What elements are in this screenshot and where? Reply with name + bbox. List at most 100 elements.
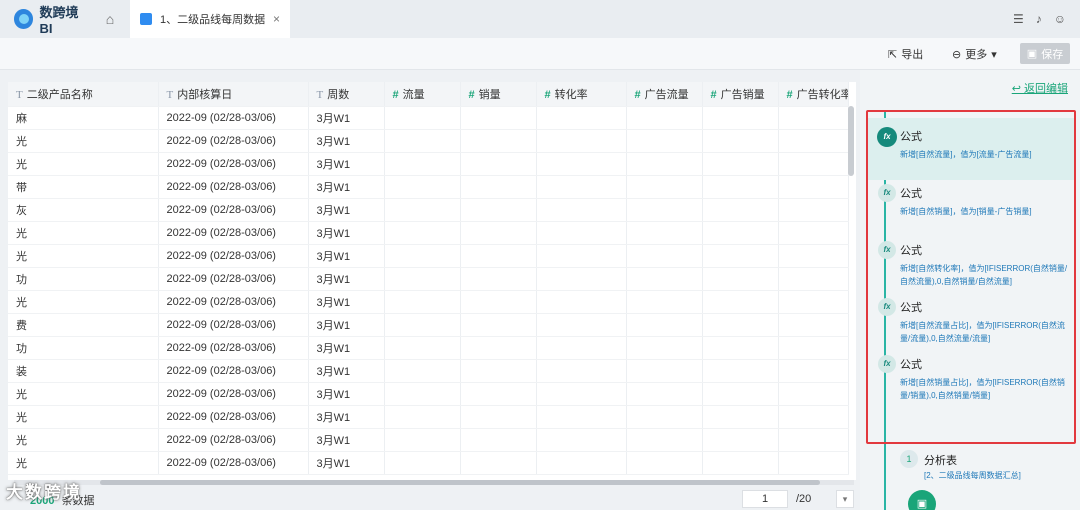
fx-icon: fx [878,298,896,316]
column-header[interactable]: # 广告销量 [702,82,779,107]
cell-blurred [384,405,461,429]
column-header[interactable]: # 转化率 [536,82,627,107]
table-row[interactable]: 光 2022-09 (02/28-03/06) 3月W1 [8,221,849,245]
column-label: 转化率 [554,88,588,101]
page-input[interactable]: 1 [742,490,788,508]
cell-name: 光 [8,244,159,268]
cell-blurred [778,428,849,452]
cell-blurred [626,267,703,291]
column-header[interactable]: # 广告转化率 [778,82,849,107]
cell-blurred [702,175,779,199]
step-title: 公式 [900,359,922,371]
cell-blurred [626,359,703,383]
page-dropdown-icon[interactable]: ▾ [836,490,854,508]
save-fab-icon[interactable]: ▣ [908,490,936,510]
cell-name: 灰 [8,198,159,222]
table-row[interactable]: 功 2022-09 (02/28-03/06) 3月W1 [8,267,849,291]
cell-blurred [460,451,537,475]
table-row[interactable]: 装 2022-09 (02/28-03/06) 3月W1 [8,359,849,383]
cell-date: 2022-09 (02/28-03/06) [158,451,309,475]
cell-blurred [536,359,627,383]
column-header[interactable]: T 内部核算日 [158,82,309,107]
cell-blurred [778,290,849,314]
formula-step[interactable]: fx 公式 新增[自然流量占比]，值为[IFISERROR(自然流量/流量),0,自… [868,289,1074,351]
formula-step[interactable]: fx 公式 新增[自然流量]，值为[流量-广告流量] [868,118,1074,180]
column-header[interactable]: # 销量 [460,82,537,107]
table-row[interactable]: 灰 2022-09 (02/28-03/06) 3月W1 [8,198,849,222]
vertical-scrollbar[interactable] [848,106,854,176]
cell-blurred [384,175,461,199]
list-icon[interactable]: ☰ [1013,12,1024,26]
cell-date: 2022-09 (02/28-03/06) [158,175,309,199]
table-row[interactable]: 费 2022-09 (02/28-03/06) 3月W1 [8,313,849,337]
table-row[interactable]: 光 2022-09 (02/28-03/06) 3月W1 [8,129,849,153]
cell-blurred [536,198,627,222]
table-row[interactable]: 光 2022-09 (02/28-03/06) 3月W1 [8,244,849,268]
column-header[interactable]: # 流量 [384,82,461,107]
steps-panel: ↩ 返回编辑 fx 公式 新增[自然流量]，值为[流量-广告流量] fx 公式 新增[自然… [860,70,1080,510]
back-to-edit-link[interactable]: ↩ 返回编辑 [1012,80,1068,96]
table-row[interactable]: 光 2022-09 (02/28-03/06) 3月W1 [8,152,849,176]
table-row[interactable]: 光 2022-09 (02/28-03/06) 3月W1 [8,290,849,314]
cell-name: 光 [8,290,159,314]
close-icon[interactable]: × [273,12,280,26]
number-type-icon: # [544,88,551,101]
page-total: /20 [796,493,812,505]
column-header[interactable]: T 二级产品名称 [8,82,159,107]
cell-blurred [460,382,537,406]
tab-label: 1、二级品线每周数据 [160,14,266,26]
formula-step[interactable]: fx 公式 新增[自然转化率]，值为[IFISERROR(自然销量/自然流量),0,… [868,232,1074,294]
more-button[interactable]: ⊖ 更多 ▾ [952,46,997,62]
cell-blurred [702,267,779,291]
cell-blurred [460,405,537,429]
watermark-logo: 大数跨境 [6,483,82,502]
table-row[interactable]: 光 2022-09 (02/28-03/06) 3月W1 [8,382,849,406]
cell-blurred [626,244,703,268]
user-icon[interactable]: ☺ [1054,12,1066,26]
horizontal-scrollbar[interactable] [100,480,820,485]
cell-name: 装 [8,359,159,383]
formula-step[interactable]: fx 公式 新增[自然销量]，值为[销量-广告销量] [868,175,1074,237]
cell-blurred [778,198,849,222]
toolbar: ⇱ 导出 ⊖ 更多 ▾ ▣ 保存 [0,38,1080,70]
cell-date: 2022-09 (02/28-03/06) [158,129,309,153]
table-row[interactable]: 光 2022-09 (02/28-03/06) 3月W1 [8,428,849,452]
bell-icon[interactable]: ♪ [1036,12,1042,26]
top-right-actions: ☰ ♪ ☺ [1013,12,1066,26]
table-header-row: T 二级产品名称 T 内部核算日 T 周数 # 流量 # 销量 # 转化率 # 广告流量 # 广告销量 # 广告转… [8,82,849,107]
table-row[interactable]: 带 2022-09 (02/28-03/06) 3月W1 [8,175,849,199]
cell-blurred [626,405,703,429]
cell-name: 麻 [8,106,159,130]
save-label: 保存 [1041,48,1064,61]
save-button[interactable]: ▣ 保存 [1020,43,1070,64]
column-label: 内部核算日 [177,88,233,101]
cell-date: 2022-09 (02/28-03/06) [158,313,309,337]
cell-date: 2022-09 (02/28-03/06) [158,382,309,406]
table-row[interactable]: 功 2022-09 (02/28-03/06) 3月W1 [8,336,849,360]
cell-week: 3月W1 [308,175,385,199]
cell-blurred [460,313,537,337]
cell-blurred [536,451,627,475]
cell-blurred [536,106,627,130]
table-row[interactable]: 光 2022-09 (02/28-03/06) 3月W1 [8,405,849,429]
column-header[interactable]: # 广告流量 [626,82,703,107]
column-label: 广告流量 [644,88,689,101]
table-row[interactable]: 麻 2022-09 (02/28-03/06) 3月W1 [8,106,849,130]
export-button[interactable]: ⇱ 导出 [888,46,923,62]
top-bar: 数跨境BI ⌂ 1、二级品线每周数据 × ☰ ♪ ☺ [0,0,1080,38]
cell-date: 2022-09 (02/28-03/06) [158,405,309,429]
brand-logo-icon [14,9,34,29]
table-row[interactable]: 光 2022-09 (02/28-03/06) 3月W1 [8,451,849,475]
brand[interactable]: 数跨境BI [0,2,90,36]
step-description: 新增[自然销量]，值为[销量-广告销量] [900,207,1032,216]
text-type-icon: T [16,88,23,101]
cell-date: 2022-09 (02/28-03/06) [158,359,309,383]
formula-step[interactable]: fx 公式 新增[自然销量占比]，值为[IFISERROR(自然销量/销量),0,自… [868,346,1074,408]
home-icon[interactable]: ⌂ [90,0,130,38]
step-description: 新增[自然销量占比]，值为[IFISERROR(自然销量/销量),0,自然销量/… [900,378,1065,400]
column-header[interactable]: T 周数 [308,82,385,107]
cell-blurred [384,451,461,475]
cell-blurred [702,336,779,360]
cell-blurred [460,428,537,452]
tab-weekly-data[interactable]: 1、二级品线每周数据 × [130,0,290,38]
